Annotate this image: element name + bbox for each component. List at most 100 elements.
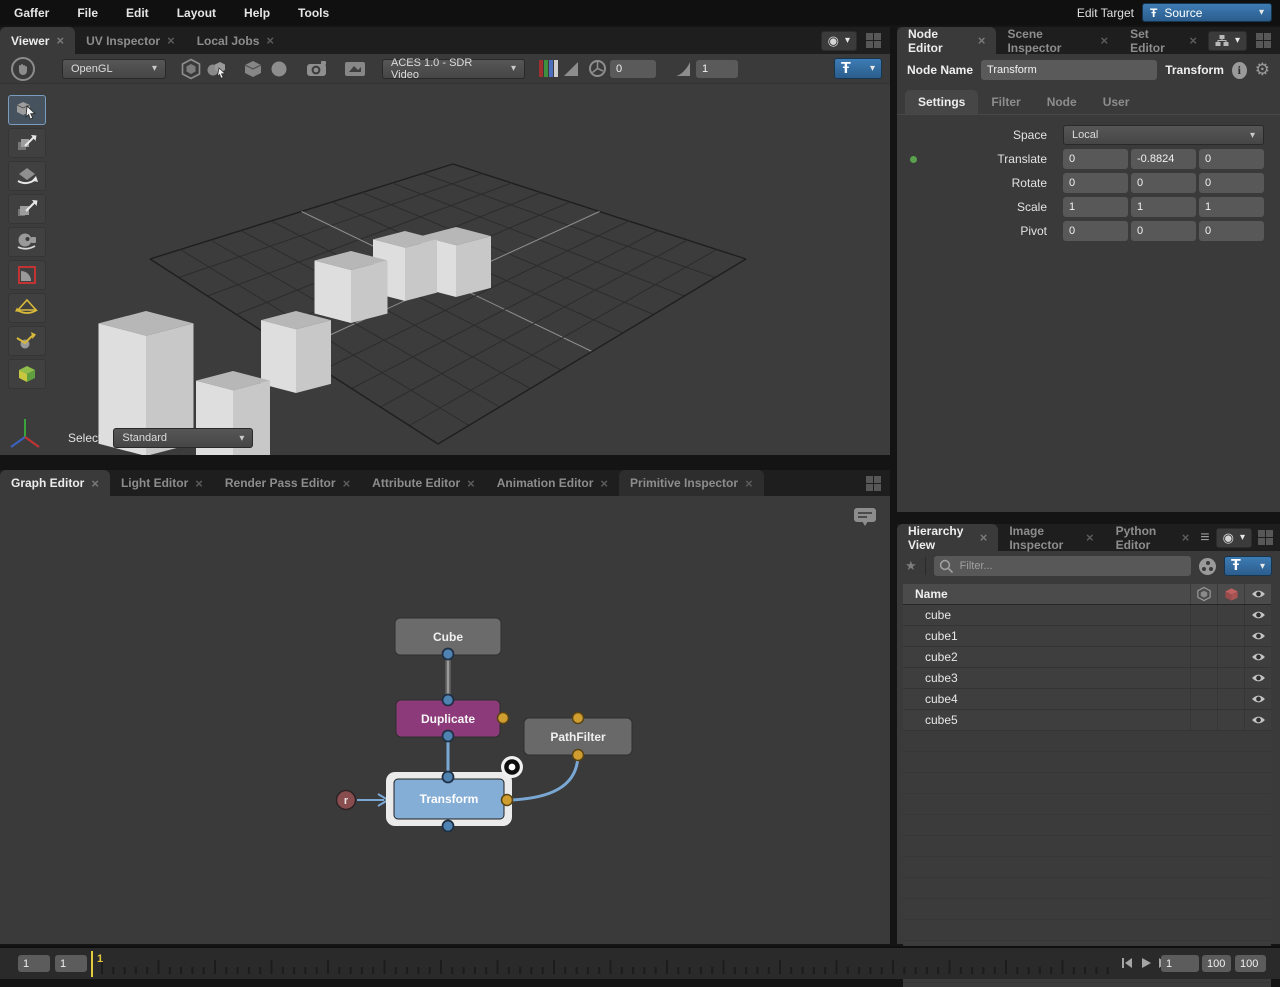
scale-y-field[interactable] [1131, 197, 1196, 217]
hierarchy-pin-dropdown[interactable] [1224, 556, 1272, 576]
timeline-start-field[interactable] [18, 955, 50, 972]
expansion-column-header[interactable] [1190, 584, 1217, 604]
viewport-3d[interactable]: Select Standard [0, 85, 890, 466]
pivot-z-field[interactable] [1199, 221, 1264, 241]
scale-z-field[interactable] [1199, 197, 1264, 217]
visibility-toggle[interactable] [1244, 647, 1271, 667]
drawing-mode-icon[interactable] [178, 57, 204, 81]
translate-z-field[interactable] [1199, 149, 1264, 169]
subtab-filter[interactable]: Filter [978, 90, 1033, 114]
hierarchy-row-cube5[interactable]: cube5 [903, 710, 1271, 731]
translate-x-field[interactable] [1063, 149, 1128, 169]
close-tab-icon[interactable] [1182, 531, 1190, 544]
pin-scene-button[interactable] [820, 30, 857, 51]
expansion-cube-icon[interactable] [240, 57, 266, 81]
tab-light-editor[interactable]: Light Editor [110, 470, 214, 496]
filter-input[interactable] [933, 556, 1191, 576]
close-tab-icon[interactable] [1189, 34, 1197, 47]
node-graph-canvas[interactable]: Cube Duplicate PathFilter Transform r [0, 496, 890, 944]
close-tab-icon[interactable] [56, 34, 64, 47]
exposure-field[interactable] [610, 59, 656, 78]
current-frame-field[interactable] [1161, 955, 1199, 972]
tab-scene-inspector[interactable]: Scene Inspector [996, 27, 1119, 55]
tab-attribute-editor[interactable]: Attribute Editor [361, 470, 486, 496]
close-tab-icon[interactable] [167, 34, 175, 47]
subtab-node[interactable]: Node [1034, 90, 1090, 114]
keyframe-dot[interactable] [910, 155, 917, 163]
hierarchy-row-cube1[interactable]: cube1 [903, 626, 1271, 647]
timeline-frame-field[interactable] [55, 955, 87, 972]
layout-grid-icon[interactable] [866, 33, 881, 48]
scale-tool-icon[interactable] [8, 194, 46, 224]
rotate-y-field[interactable] [1131, 173, 1196, 193]
tab-uv-inspector[interactable]: UV Inspector [75, 27, 186, 54]
name-column-header[interactable]: Name [903, 587, 1190, 601]
visibility-toggle[interactable] [1244, 668, 1271, 688]
range-end-field[interactable] [1202, 955, 1231, 972]
layout-grid-icon[interactable] [1256, 33, 1271, 48]
read-badge[interactable]: r [335, 789, 357, 811]
close-tab-icon[interactable] [195, 477, 203, 490]
select-tool-icon[interactable] [8, 95, 46, 125]
menu-layout[interactable]: Layout [163, 6, 230, 20]
tab-graph-editor[interactable]: Graph Editor [0, 470, 110, 496]
hierarchy-row-cube3[interactable]: cube3 [903, 668, 1271, 689]
tab-render-pass-editor[interactable]: Render Pass Editor [214, 470, 361, 496]
set-membership-icon[interactable] [1199, 557, 1216, 575]
gear-icon[interactable] [1255, 60, 1270, 80]
hierarchy-row-cube[interactable]: cube [903, 605, 1271, 626]
visibility-toggle[interactable] [1244, 689, 1271, 709]
close-tab-icon[interactable] [266, 34, 274, 47]
select-mode-dropdown[interactable]: Standard [113, 428, 254, 448]
camera-icon[interactable] [304, 57, 330, 81]
visibility-toggle[interactable] [1244, 605, 1271, 625]
close-tab-icon[interactable] [980, 531, 988, 544]
viewer-pin-dropdown[interactable] [834, 58, 882, 79]
pin-scene-button[interactable] [1215, 527, 1252, 548]
tab-primitive-inspector[interactable]: Primitive Inspector [619, 470, 764, 496]
stop-frame-field[interactable] [1235, 955, 1266, 972]
sphere-icon[interactable] [266, 57, 292, 81]
menu-help[interactable]: Help [230, 6, 284, 20]
menu-gaffer[interactable]: Gaffer [0, 6, 63, 20]
camera-tool-icon[interactable] [8, 227, 46, 257]
hierarchy-row-cube4[interactable]: cube4 [903, 689, 1271, 710]
tab-set-editor[interactable]: Set Editor [1119, 27, 1208, 55]
tab-node-editor[interactable]: Node Editor [897, 27, 997, 55]
aperture-icon[interactable] [584, 57, 610, 81]
tab-local-jobs[interactable]: Local Jobs [186, 27, 285, 54]
close-tab-icon[interactable] [745, 477, 753, 490]
skip-to-start-icon[interactable] [1119, 956, 1134, 970]
bookmark-star-icon[interactable] [905, 557, 917, 575]
light-tool-icon[interactable] [8, 293, 46, 323]
channels-icon[interactable] [539, 60, 558, 77]
tab-image-inspector[interactable]: Image Inspector [998, 524, 1104, 552]
scene-view-cube-icon[interactable] [8, 359, 46, 389]
node-name-field[interactable] [981, 60, 1158, 80]
edit-target-dropdown[interactable]: Source [1142, 3, 1272, 22]
visibility-toggle[interactable] [1244, 626, 1271, 646]
rotate-x-field[interactable] [1063, 173, 1128, 193]
subtab-settings[interactable]: Settings [905, 90, 979, 114]
close-tab-icon[interactable] [978, 34, 986, 47]
hierarchy-row-cube2[interactable]: cube2 [903, 647, 1271, 668]
gamma-icon[interactable] [670, 57, 696, 81]
close-tab-icon[interactable] [1101, 34, 1109, 47]
layout-grid-icon[interactable] [866, 475, 881, 491]
pivot-x-field[interactable] [1063, 221, 1128, 241]
display-transform-dropdown[interactable]: ACES 1.0 - SDR Video [382, 57, 525, 81]
timeline-ruler[interactable] [0, 948, 1280, 979]
info-icon[interactable] [1231, 61, 1247, 79]
menu-file[interactable]: File [63, 6, 112, 20]
play-icon[interactable] [1138, 956, 1153, 970]
visibility-toggle[interactable] [1244, 710, 1271, 730]
visibility-column-header[interactable] [1244, 584, 1271, 604]
renderer-dropdown[interactable]: OpenGL [62, 58, 166, 79]
tab-python-editor[interactable]: Python Editor [1105, 524, 1201, 552]
rotate-z-field[interactable] [1199, 173, 1264, 193]
menu-edit[interactable]: Edit [112, 6, 163, 20]
subtab-user[interactable]: User [1090, 90, 1143, 114]
focus-ring-icon[interactable] [501, 756, 523, 778]
crop-window-tool-icon[interactable] [8, 260, 46, 290]
close-tab-icon[interactable] [1086, 531, 1094, 544]
